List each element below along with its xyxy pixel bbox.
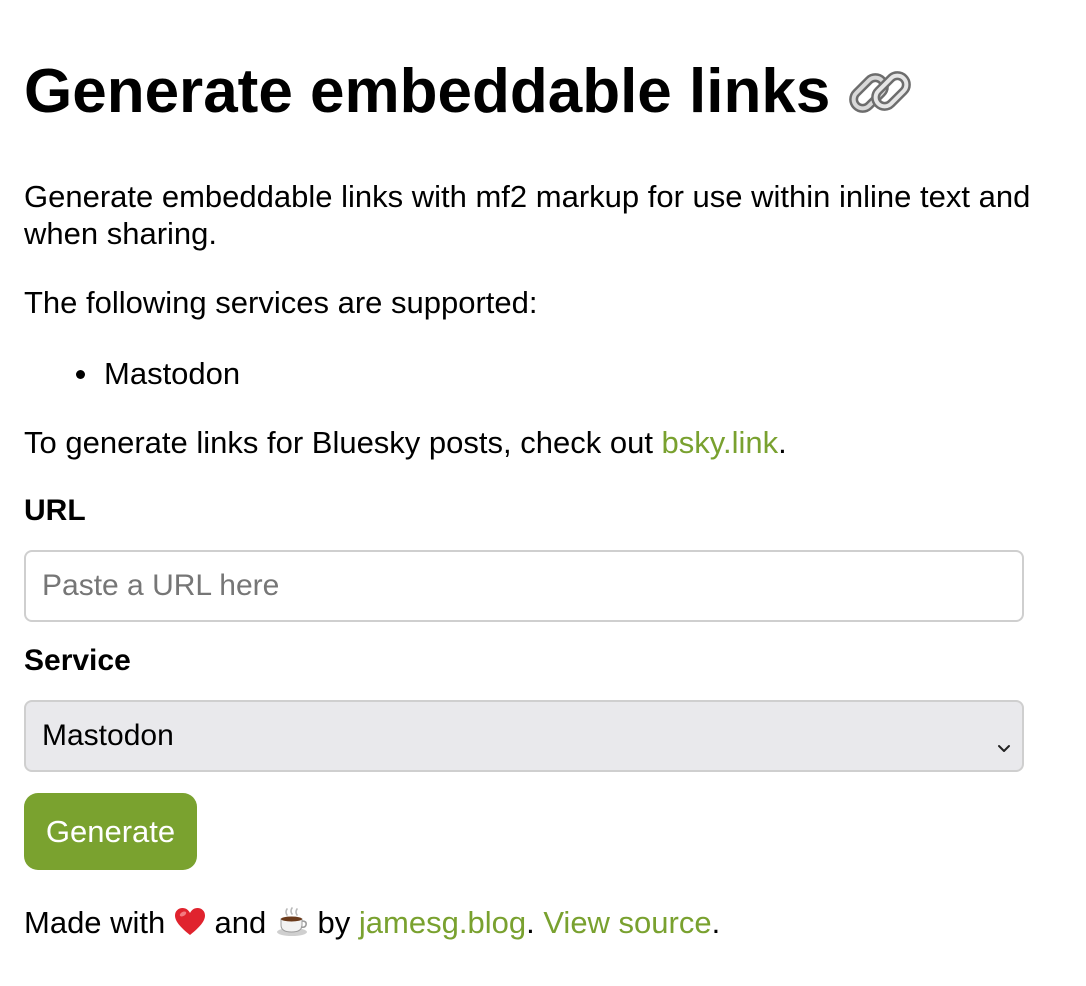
footer: Made with and by jamesg.blog. View sourc… <box>24 904 720 945</box>
chevron-down-icon <box>996 730 1012 752</box>
heart-icon <box>174 907 206 945</box>
service-label: Service <box>24 644 131 677</box>
generate-button[interactable]: Generate <box>24 793 197 870</box>
link-icon <box>846 58 914 126</box>
footer-separator: . <box>526 905 535 940</box>
bsky-link[interactable]: bsky.link <box>662 425 779 460</box>
intro-text: Generate embeddable links with mf2 marku… <box>24 179 1031 251</box>
service-select[interactable]: Mastodon <box>24 700 1024 772</box>
list-item: Mastodon <box>24 355 240 392</box>
footer-by: by <box>317 905 351 940</box>
footer-end: . <box>711 905 721 940</box>
footer-made-with: Made with <box>24 905 166 940</box>
service-item-label: Mastodon <box>104 356 241 391</box>
footer-and: and <box>214 905 267 940</box>
bluesky-prefix: To generate links for Bluesky posts, che… <box>24 425 662 460</box>
bluesky-suffix: . <box>778 425 787 460</box>
page-title: Generate embeddable links <box>24 54 914 130</box>
bullet-icon <box>76 370 85 379</box>
bluesky-note: To generate links for Bluesky posts, che… <box>24 424 787 461</box>
service-select-value: Mastodon <box>42 719 174 752</box>
url-label: URL <box>24 494 86 527</box>
service-list: Mastodon <box>24 355 240 392</box>
page: Generate embeddable links Generate embed… <box>0 0 1086 986</box>
url-input[interactable] <box>24 550 1024 622</box>
author-link[interactable]: jamesg.blog <box>359 905 526 940</box>
coffee-icon <box>275 907 309 945</box>
services-intro-text: The following services are supported: <box>24 285 538 320</box>
view-source-link[interactable]: View source <box>543 905 711 940</box>
page-title-text: Generate embeddable links <box>24 57 831 126</box>
